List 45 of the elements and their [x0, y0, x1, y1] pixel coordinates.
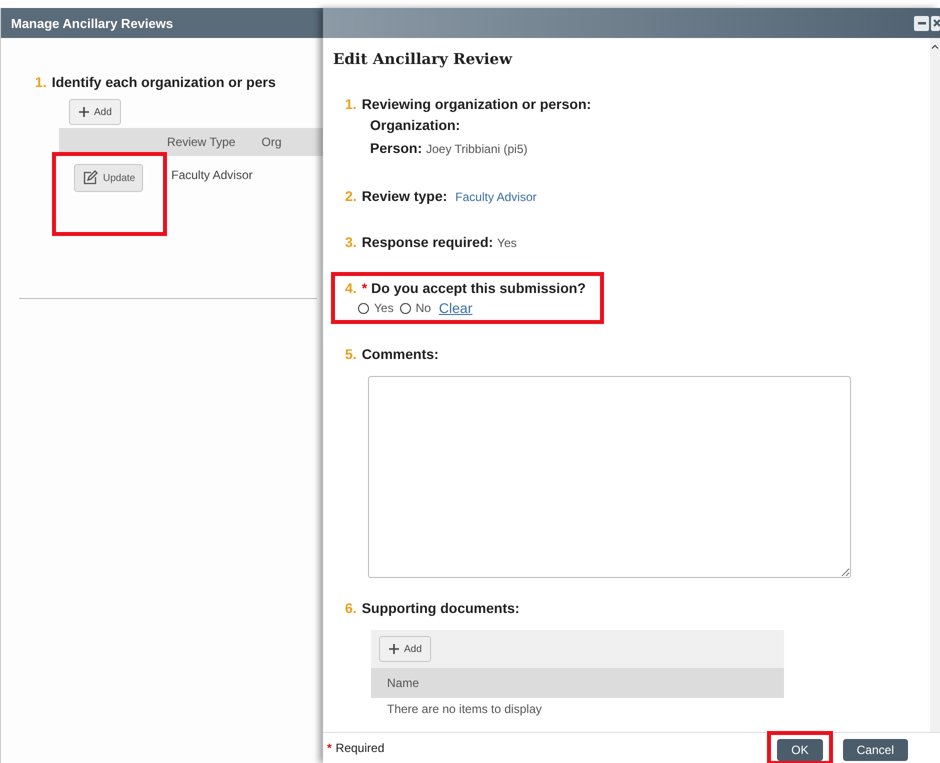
question-label: Reviewing organization or person:	[362, 96, 592, 112]
answer-value[interactable]: Faculty Advisor	[455, 190, 537, 204]
plus-icon	[78, 106, 90, 118]
plus-icon	[388, 643, 400, 655]
edit-icon	[82, 170, 98, 186]
question-number: 1.	[35, 74, 47, 90]
add-button[interactable]: Add	[69, 99, 121, 125]
window-title: Manage Ancillary Reviews	[11, 16, 174, 30]
ok-button[interactable]: OK	[777, 739, 823, 761]
cancel-button[interactable]: Cancel	[842, 739, 908, 761]
required-mark: *	[327, 741, 332, 755]
answer-value: Yes	[497, 236, 517, 250]
question-number: 2.	[345, 188, 357, 204]
field-value: Joey Tribbiani (pi5)	[426, 142, 528, 156]
question-number: 1.	[345, 96, 357, 112]
question-number: 4.	[345, 280, 357, 296]
question-label: Identify each organization or pers	[52, 74, 276, 90]
minimize-button[interactable]	[914, 16, 929, 30]
question-number: 5.	[345, 346, 357, 362]
column-header: Review Type	[167, 135, 236, 149]
scroll-up-icon	[931, 44, 939, 50]
field-label: Organization:	[370, 117, 460, 133]
comments-field[interactable]	[368, 376, 851, 578]
field-label: Person:	[370, 140, 422, 156]
question-label: Do you accept this submission?	[371, 280, 586, 296]
required-mark: *	[362, 280, 368, 296]
question-label: Response required:	[362, 234, 494, 250]
add-button[interactable]: Add	[379, 636, 431, 662]
question-number: 6.	[345, 600, 357, 616]
question-label: Comments:	[362, 346, 439, 362]
required-note: Required	[336, 741, 384, 755]
update-button[interactable]: Update	[74, 164, 144, 192]
close-icon	[931, 17, 940, 29]
clear-link[interactable]: Clear	[438, 300, 472, 316]
dialog-title: Edit Ancillary Review	[333, 50, 514, 68]
column-header: Org	[261, 135, 282, 149]
close-button[interactable]	[931, 16, 940, 30]
column-header: Name	[371, 668, 784, 698]
radio-option[interactable]: No	[400, 301, 431, 315]
radio-option[interactable]: Yes	[358, 301, 394, 315]
question-label: Review type:	[362, 188, 448, 204]
question-label: Supporting documents:	[362, 600, 520, 616]
table-cell-text: Faculty Advisor	[171, 167, 253, 182]
question-number: 3.	[345, 234, 357, 250]
empty-message: There are no items to display	[386, 701, 543, 718]
